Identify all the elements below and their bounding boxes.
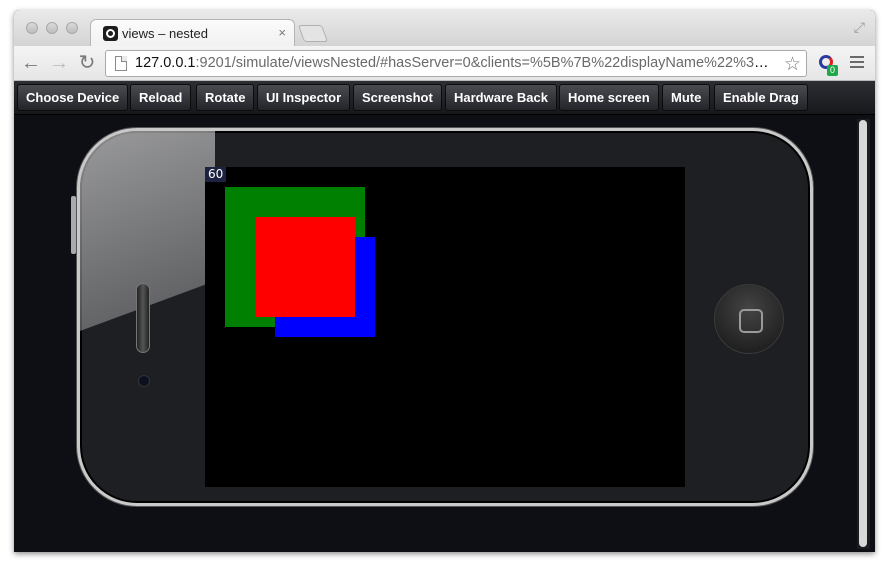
reload-icon[interactable]: ↻ xyxy=(76,52,98,74)
hardware-back-button[interactable]: Hardware Back xyxy=(445,84,557,111)
zoom-window-button[interactable] xyxy=(66,22,78,34)
ui-inspector-button[interactable]: UI Inspector xyxy=(257,84,351,111)
outer-view[interactable] xyxy=(225,187,375,337)
rotate-button[interactable]: Rotate xyxy=(196,84,255,111)
tab-close-icon[interactable]: × xyxy=(278,25,286,40)
red-view[interactable] xyxy=(255,217,355,317)
new-tab-button[interactable] xyxy=(297,25,329,42)
mute-button[interactable]: Mute xyxy=(662,84,711,111)
page-icon xyxy=(115,56,127,71)
url-host: 127.0.0.1 xyxy=(135,55,196,71)
tab-strip: views – nested × ⤢ xyxy=(14,10,875,47)
fullscreen-icon[interactable]: ⤢ xyxy=(854,19,865,36)
device-screen[interactable]: 60 xyxy=(205,167,685,487)
home-button[interactable] xyxy=(714,284,784,354)
url-text[interactable]: 127.0.0.1:9201/simulate/viewsNested/#has… xyxy=(135,55,775,71)
screenshot-button[interactable]: Screenshot xyxy=(353,84,442,111)
tab-title: views – nested xyxy=(122,26,208,41)
speaker-icon xyxy=(136,283,150,353)
choose-device-button[interactable]: Choose Device xyxy=(17,84,129,111)
fps-counter: 60 xyxy=(205,167,227,182)
volume-button xyxy=(71,196,76,254)
bookmark-star-icon[interactable]: ☆ xyxy=(784,53,801,76)
tab-views-nested[interactable]: views – nested × xyxy=(90,19,295,47)
simulator-toolbar: Choose Device Reload Rotate UI Inspector… xyxy=(14,81,875,115)
back-arrow-icon[interactable]: ← xyxy=(20,52,42,74)
camera-icon xyxy=(138,375,150,387)
address-bar[interactable]: 127.0.0.1:9201/simulate/viewsNested/#has… xyxy=(105,50,807,77)
reload-button[interactable]: Reload xyxy=(130,84,192,111)
menu-icon[interactable] xyxy=(850,56,864,71)
url-path: :9201/simulate/viewsNested/#hasServer=0&… xyxy=(195,55,775,71)
close-window-button[interactable] xyxy=(26,22,38,34)
enable-drag-button[interactable]: Enable Drag xyxy=(714,84,808,111)
minimize-window-button[interactable] xyxy=(46,22,58,34)
home-screen-button[interactable]: Home screen xyxy=(559,84,659,111)
forward-arrow-icon[interactable]: → xyxy=(48,52,70,74)
favicon-icon xyxy=(103,26,118,41)
browser-window: views – nested × ⤢ ← → ↻ 127.0.0.1:9201/… xyxy=(14,10,875,552)
extension-badge: 0 xyxy=(827,65,838,76)
browser-toolbar: ← → ↻ 127.0.0.1:9201/simulate/viewsNeste… xyxy=(14,46,875,81)
scrollbar-thumb[interactable] xyxy=(859,120,867,547)
